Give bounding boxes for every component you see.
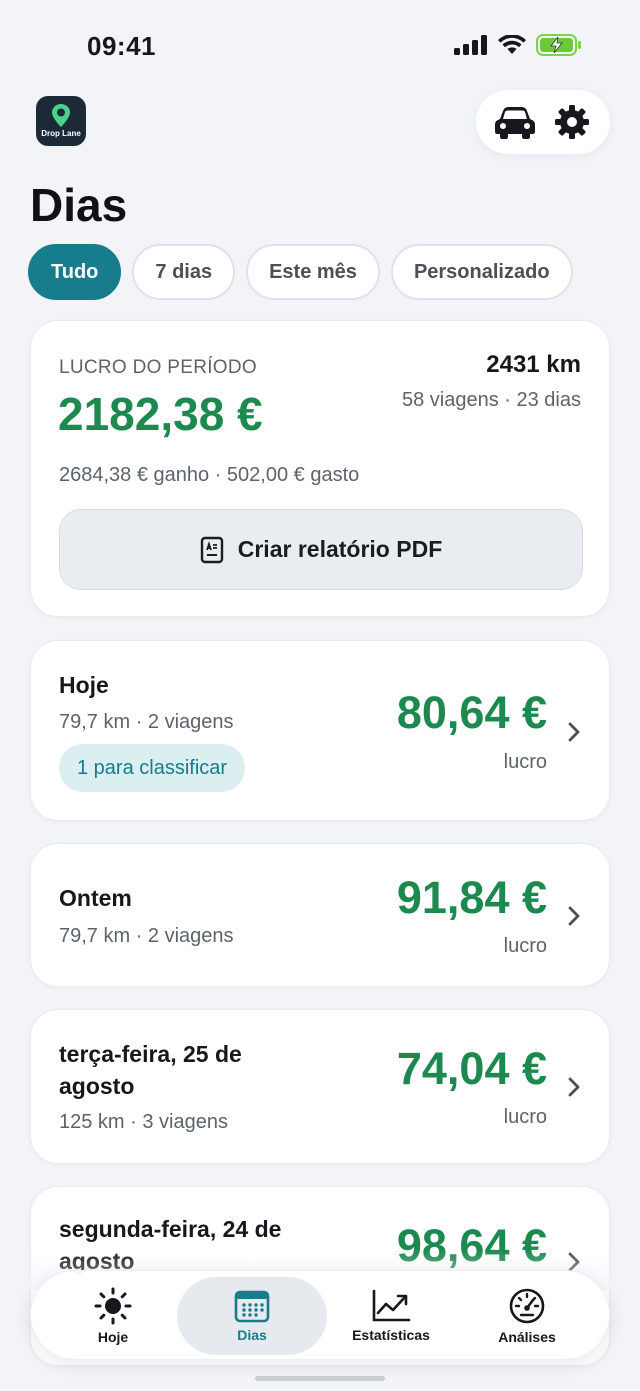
tab-label: Análises: [498, 1329, 556, 1345]
settings-button[interactable]: [548, 98, 596, 146]
day-profit: 80,64 €: [396, 687, 547, 738]
period-trips-days: 58 viagens · 23 dias: [401, 389, 581, 411]
period-profit-value: 2182,38 €: [58, 388, 263, 440]
tab-hoje[interactable]: Hoje: [51, 1271, 175, 1361]
sun-icon: [94, 1287, 132, 1325]
day-profit-label: lucro: [503, 1106, 547, 1128]
status-bar: 09:41: [0, 0, 640, 94]
top-actions: [476, 90, 610, 154]
unclassified-badge[interactable]: 1 para classificar: [59, 744, 246, 792]
chevron-right-icon: [568, 1077, 580, 1097]
day-profit-label: lucro: [503, 935, 547, 957]
tab-label: Hoje: [97, 1329, 129, 1345]
tab-estatisticas[interactable]: Estatísticas: [331, 1271, 451, 1361]
filter-chip-all[interactable]: Tudo: [28, 244, 122, 300]
day-profit-label: lucro: [503, 751, 547, 773]
create-pdf-report-button[interactable]: Criar relatório PDF: [59, 509, 583, 590]
tab-analises[interactable]: Análises: [467, 1271, 587, 1361]
day-title: Hoje: [59, 672, 109, 698]
chevron-right-icon: [568, 906, 580, 926]
filter-chips: Tudo 7 dias Este mês Personalizado: [28, 244, 573, 300]
chart-line-icon: [372, 1289, 411, 1322]
page-title: Dias: [30, 179, 128, 231]
tab-label: Estatísticas: [352, 1327, 430, 1343]
battery-charging-icon: [536, 34, 581, 56]
app-logo: Drop Lane: [36, 96, 86, 146]
vehicle-button[interactable]: [491, 98, 539, 146]
day-summary: 79,7 km · 2 viagens: [59, 925, 234, 947]
period-breakdown: 2684,38 € ganho · 502,00 € gasto: [59, 464, 360, 486]
gauge-icon: [509, 1288, 545, 1324]
period-profit-label: LUCRO DO PERÍODO: [59, 357, 257, 378]
car-icon: [494, 107, 535, 139]
day-profit: 91,84 €: [396, 872, 547, 923]
day-summary: 125 km · 3 viagens: [59, 1111, 228, 1133]
chevron-right-icon: [568, 722, 580, 742]
day-title: Ontem: [59, 885, 132, 911]
bottom-tab-bar: Hoje Dias Estatísticas Análises: [30, 1270, 610, 1360]
create-pdf-report-label: Criar relatório PDF: [237, 536, 443, 562]
day-card-today[interactable]: Hoje 79,7 km · 2 viagens 1 para classifi…: [30, 640, 610, 821]
gear-icon: [554, 105, 589, 139]
filter-chip-custom[interactable]: Personalizado: [390, 244, 573, 300]
wifi-icon: [498, 35, 526, 54]
home-indicator: [255, 1376, 385, 1381]
logo-text: Drop Lane: [41, 129, 81, 138]
calendar-icon: [234, 1290, 270, 1323]
day-card-tuesday-25-august[interactable]: terça-feira, 25 de agosto 125 km · 3 via…: [30, 1009, 610, 1164]
document-icon: [200, 536, 223, 563]
tab-label: Dias: [237, 1327, 267, 1343]
filter-chip-7-days[interactable]: 7 dias: [132, 244, 236, 300]
status-time: 09:41: [87, 31, 156, 61]
filter-chip-this-month[interactable]: Este mês: [246, 244, 380, 300]
cellular-signal-icon: [454, 35, 487, 55]
status-icons: [454, 34, 582, 56]
day-card-yesterday[interactable]: Ontem 79,7 km · 2 viagens 91,84 € lucro: [30, 843, 610, 987]
period-distance: 2431 km: [486, 351, 581, 378]
day-summary: 79,7 km · 2 viagens: [59, 711, 234, 733]
period-summary-card: LUCRO DO PERÍODO 2182,38 € 2431 km 58 vi…: [30, 320, 610, 617]
day-title: terça-feira, 25 de agosto: [59, 1041, 242, 1099]
day-profit: 74,04 €: [396, 1043, 547, 1094]
tab-dias[interactable]: Dias: [177, 1277, 327, 1355]
